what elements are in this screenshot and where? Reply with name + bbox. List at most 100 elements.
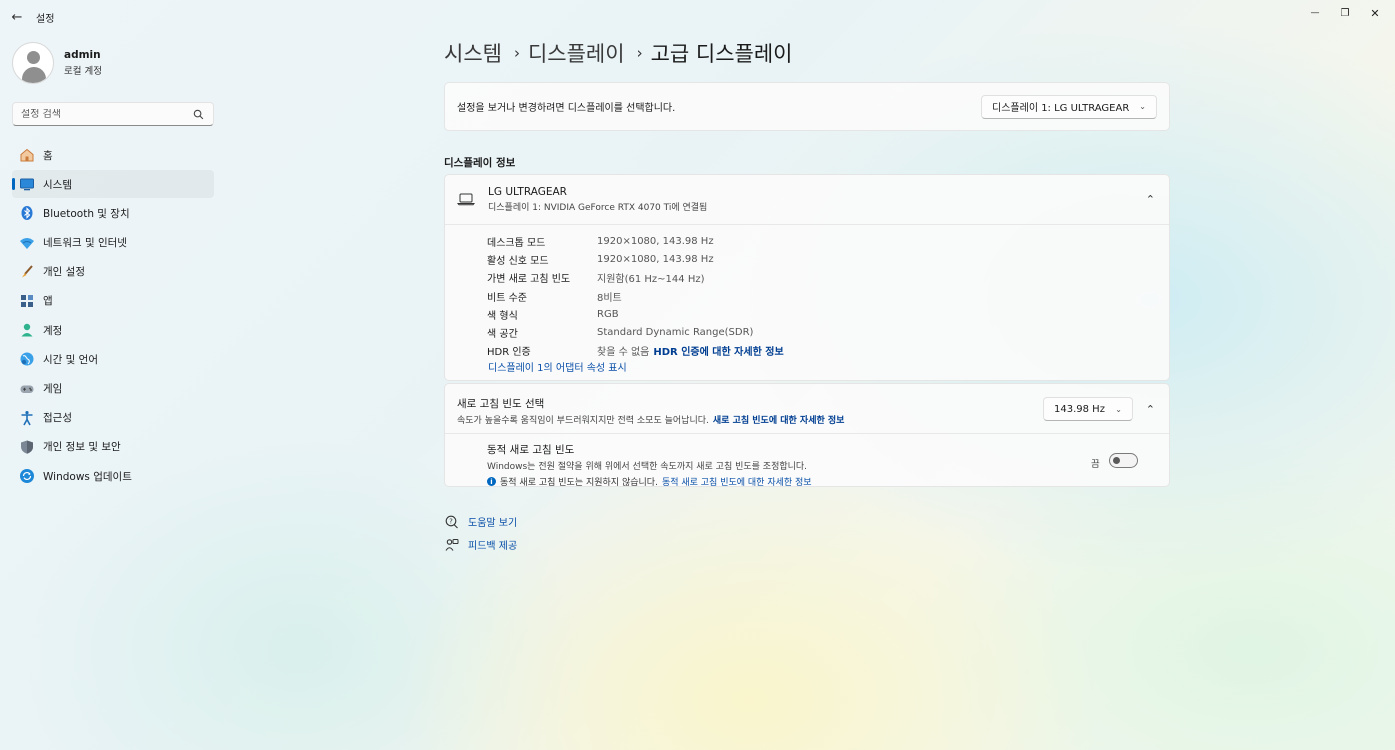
app-title: 설정	[36, 14, 55, 25]
sidebar-item-label: 시간 및 언어	[43, 353, 98, 366]
profile-account-type: 로컬 계정	[64, 66, 102, 77]
give-feedback-label: 피드백 제공	[468, 541, 518, 552]
sidebar-item-personalization[interactable]: 개인 설정	[12, 258, 214, 286]
help-chat-icon: ?	[444, 514, 460, 530]
monitor-name: LG ULTRAGEAR	[488, 186, 567, 198]
dynamic-refresh-info-link[interactable]: 동적 새로 고침 빈도에 대한 자세한 정보	[662, 475, 812, 488]
info-row-desktop-mode: 데스크톱 모드 1920×1080, 143.98 Hz	[487, 235, 714, 249]
home-icon	[18, 146, 36, 164]
search-input[interactable]	[13, 108, 189, 120]
refresh-rate-value: 143.98 Hz	[1054, 403, 1105, 415]
display-dropdown-value: 디스플레이 1: LG ULTRAGEAR	[992, 103, 1130, 114]
chevron-up-icon[interactable]: ⌃	[1146, 193, 1155, 206]
display-info-table: 데스크톱 모드 1920×1080, 143.98 Hz 활성 신호 모드 19…	[487, 232, 784, 360]
gaming-icon	[18, 380, 36, 398]
refresh-rate-info-link[interactable]: 새로 고침 빈도에 대한 자세한 정보	[713, 416, 845, 426]
sidebar-item-windows-update[interactable]: Windows 업데이트	[12, 462, 214, 490]
sidebar-item-bluetooth[interactable]: Bluetooth 및 장치	[12, 199, 214, 227]
breadcrumb-display[interactable]: 디스플레이	[528, 38, 625, 68]
hdr-info-link[interactable]: HDR 인증에 대한 자세한 정보	[653, 347, 783, 358]
sidebar-item-label: 개인 설정	[43, 266, 85, 279]
sidebar-item-label: 접근성	[43, 412, 72, 425]
chevron-right-icon: ›	[636, 44, 643, 62]
breadcrumb-system[interactable]: 시스템	[444, 38, 502, 68]
chevron-down-icon: ⌄	[1139, 102, 1146, 111]
chevron-up-icon[interactable]: ⌃	[1146, 403, 1155, 416]
feedback-icon	[444, 537, 460, 553]
dynamic-refresh-note: 동적 새로 고침 빈도는 지원하지 않습니다.	[500, 478, 658, 488]
sidebar-item-label: 개인 정보 및 보안	[43, 441, 121, 454]
display-select-card: 설정을 보거나 변경하려면 디스플레이를 선택합니다. 디스플레이 1: LG …	[444, 82, 1170, 131]
brush-icon	[18, 263, 36, 281]
sidebar-nav: 홈 시스템 Bluetooth 및 장치 네트워크 및 인터넷 개인 설정 앱	[12, 141, 214, 491]
windows-update-icon	[18, 467, 36, 485]
sidebar-item-accessibility[interactable]: 접근성	[12, 404, 214, 432]
laptop-icon	[456, 192, 477, 208]
svg-text:?: ?	[449, 517, 453, 525]
page-title: 고급 디스플레이	[650, 42, 793, 66]
sidebar-item-time-language[interactable]: 시간 및 언어	[12, 345, 214, 373]
sidebar-item-gaming[interactable]: 게임	[12, 375, 214, 403]
adapter-properties-link[interactable]: 디스플레이 1의 어댑터 속성 표시	[488, 359, 627, 374]
sidebar-item-accounts[interactable]: 계정	[12, 316, 214, 344]
account-icon	[18, 321, 36, 339]
close-button[interactable]: ✕	[1358, 4, 1392, 22]
search-box[interactable]	[12, 102, 214, 126]
chevron-down-icon: ⌄	[1115, 404, 1122, 414]
accessibility-icon	[18, 409, 36, 427]
time-language-icon	[18, 350, 36, 368]
info-row-active-signal: 활성 신호 모드 1920×1080, 143.98 Hz	[487, 253, 714, 267]
user-profile[interactable]: admin 로컬 계정	[12, 42, 102, 84]
info-row-variable-refresh: 가변 새로 고침 빈도 지원함(61 Hz~144 Hz)	[487, 274, 705, 286]
refresh-rate-header: 새로 고침 빈도 선택 속도가 높을수록 움직임이 부드러워지지만 전력 소모도…	[445, 384, 1169, 434]
dynamic-refresh-title: 동적 새로 고침 빈도	[487, 444, 575, 456]
give-feedback-link[interactable]: 피드백 제공	[444, 533, 517, 556]
sidebar-item-system[interactable]: 시스템	[12, 170, 214, 199]
toggle-state-label: 끔	[1091, 459, 1100, 470]
sidebar-item-privacy-security[interactable]: 개인 정보 및 보안	[12, 433, 214, 461]
sidebar-item-label: Windows 업데이트	[43, 470, 132, 483]
sidebar-item-label: 홈	[43, 149, 53, 162]
help-links: ? 도움말 보기 피드백 제공	[444, 510, 517, 556]
minimize-button[interactable]: —	[1298, 4, 1332, 22]
toggle-knob	[1113, 457, 1120, 464]
info-row-color-format: 색 형식 RGB	[487, 308, 619, 322]
network-icon	[18, 234, 36, 252]
get-help-link[interactable]: ? 도움말 보기	[444, 510, 517, 533]
dynamic-refresh-desc: Windows는 전원 절약을 위해 위에서 선택한 속도까지 새로 고침 빈도…	[487, 462, 808, 472]
back-button[interactable]: ←	[6, 8, 28, 26]
back-arrow-icon: ←	[11, 9, 23, 25]
display-select-label: 설정을 보거나 변경하려면 디스플레이를 선택합니다.	[457, 103, 676, 114]
chevron-right-icon: ›	[513, 44, 520, 62]
shield-icon	[18, 438, 36, 456]
search-icon[interactable]	[189, 105, 207, 123]
refresh-rate-desc: 속도가 높을수록 움직임이 부드러워지지만 전력 소모도 늘어납니다.	[457, 416, 709, 426]
info-row-hdr: HDR 인증 찾을 수 없음 HDR 인증에 대한 자세한 정보	[487, 347, 784, 359]
display-info-section-title: 디스플레이 정보	[444, 157, 516, 169]
bluetooth-icon	[18, 204, 36, 222]
sidebar-item-label: Bluetooth 및 장치	[43, 207, 130, 220]
refresh-rate-dropdown[interactable]: 143.98 Hz ⌄	[1043, 397, 1133, 421]
system-icon	[18, 175, 36, 193]
sidebar-item-network[interactable]: 네트워크 및 인터넷	[12, 229, 214, 257]
title-bar: ← 설정 — ❐ ✕	[0, 0, 1395, 34]
maximize-button[interactable]: ❐	[1328, 4, 1362, 22]
sidebar-item-label: 네트워크 및 인터넷	[43, 237, 127, 250]
get-help-label: 도움말 보기	[468, 518, 518, 529]
sidebar-item-home[interactable]: 홈	[12, 141, 214, 169]
display-info-header[interactable]: LG ULTRAGEAR 디스플레이 1: NVIDIA GeForce RTX…	[445, 175, 1169, 225]
display-dropdown[interactable]: 디스플레이 1: LG ULTRAGEAR ⌄	[981, 94, 1157, 119]
dynamic-refresh-toggle[interactable]	[1109, 453, 1138, 468]
display-info-card: LG ULTRAGEAR 디스플레이 1: NVIDIA GeForce RTX…	[444, 174, 1170, 381]
profile-name: admin	[64, 49, 101, 61]
restore-icon: ❐	[1340, 7, 1350, 19]
monitor-connection: 디스플레이 1: NVIDIA GeForce RTX 4070 Ti에 연결됨	[488, 203, 708, 213]
sidebar-item-apps[interactable]: 앱	[12, 287, 214, 315]
info-row-bit-depth: 비트 수준 8비트	[487, 292, 622, 304]
close-icon: ✕	[1370, 6, 1380, 20]
sidebar-item-label: 앱	[43, 295, 53, 308]
sidebar-item-label: 게임	[43, 383, 63, 395]
minimize-icon: —	[1310, 8, 1320, 18]
avatar	[12, 42, 54, 84]
dynamic-refresh-row: 동적 새로 고침 빈도 Windows는 전원 절약을 위해 위에서 선택한 속…	[445, 434, 1169, 488]
